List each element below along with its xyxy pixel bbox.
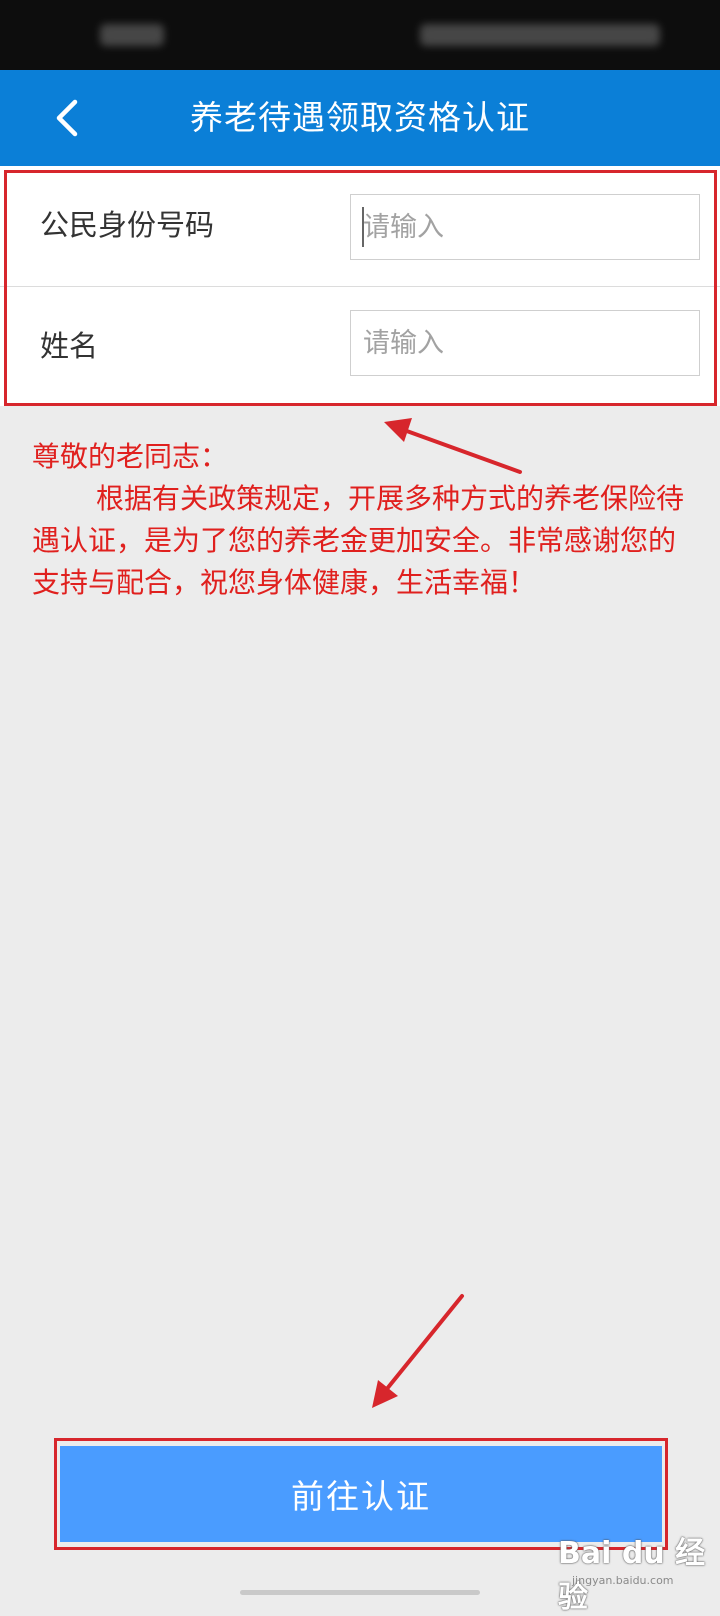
name-label: 姓名: [40, 329, 99, 363]
watermark-subtext: jingyan.baidu.com: [572, 1574, 674, 1587]
status-bar: [0, 0, 720, 70]
home-indicator: [240, 1590, 480, 1595]
form-row-id-number: 公民身份号码: [0, 166, 720, 286]
notice-body: 根据有关政策规定，开展多种方式的养老保险待遇认证，是为了您的养老金更加安全。非常…: [32, 482, 685, 599]
app-bar: 养老待遇领取资格认证: [0, 70, 720, 166]
arrow-to-button: [372, 1294, 464, 1408]
form-row-name: 姓名: [0, 286, 720, 406]
status-time-blurred: [100, 24, 164, 46]
notice-text: 尊敬的老同志： 根据有关政策规定，开展多种方式的养老保险待遇认证，是为了您的养老…: [32, 436, 692, 604]
id-number-input[interactable]: [350, 194, 700, 260]
notice-greeting: 尊敬的老同志：: [32, 440, 229, 473]
watermark-text: Bai du 经验: [558, 1536, 706, 1615]
id-number-label: 公民身份号码: [40, 208, 215, 242]
form-card: 公民身份号码 姓名: [0, 166, 720, 406]
page-title: 养老待遇领取资格认证: [190, 98, 530, 137]
baidu-watermark: Bai du 经验 jingyan.baidu.com: [550, 1528, 710, 1615]
text-cursor: [362, 207, 364, 247]
status-icons-blurred: [420, 24, 660, 46]
name-input[interactable]: [350, 310, 700, 376]
